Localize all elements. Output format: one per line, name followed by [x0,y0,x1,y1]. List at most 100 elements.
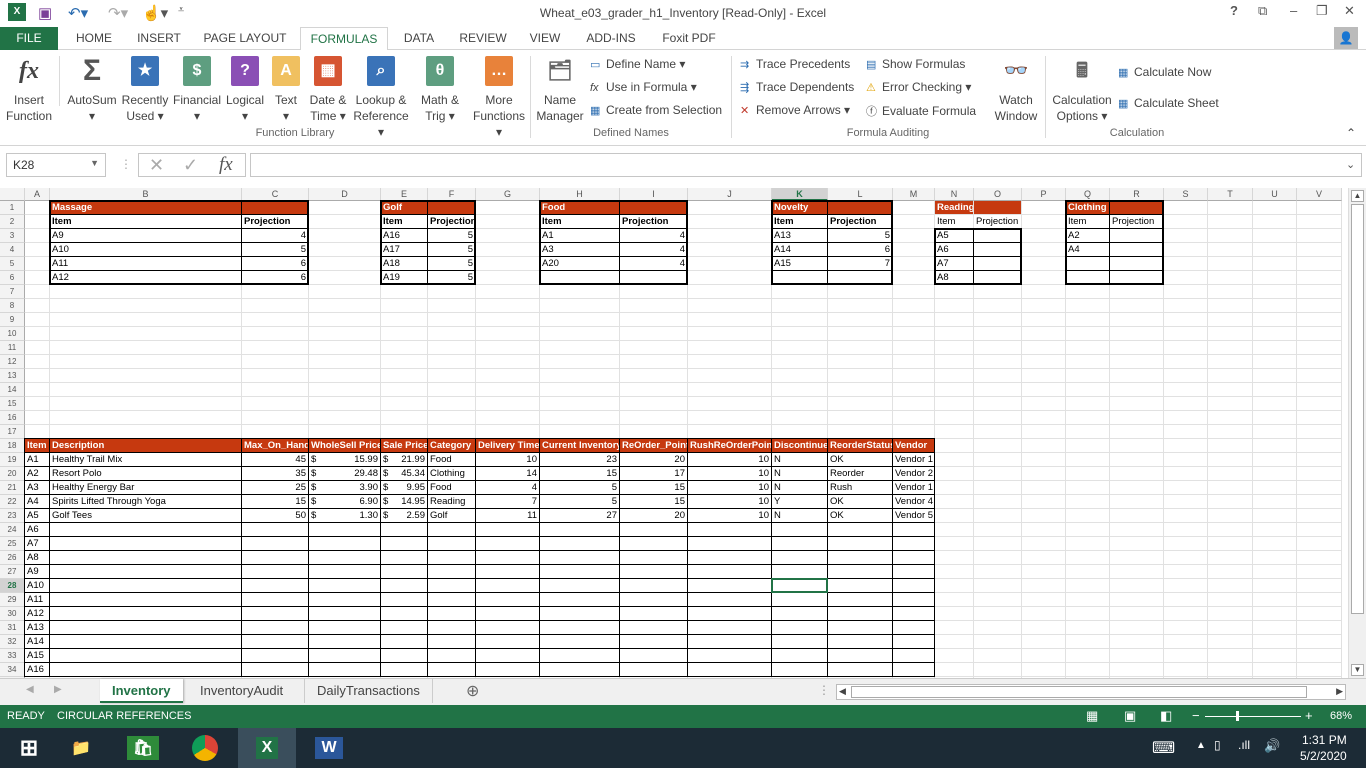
cell-L24[interactable] [828,523,893,537]
cell-P13[interactable] [1022,369,1066,383]
row-header-17[interactable]: 17 [0,425,25,439]
cell-V18[interactable] [1297,439,1342,453]
cell-E33[interactable] [381,649,428,663]
cell-U34[interactable] [1253,663,1297,677]
cell-A34[interactable]: A16 [25,663,50,677]
cell-F20[interactable]: Clothing [428,467,476,481]
cell-U27[interactable] [1253,565,1297,579]
cell-B9[interactable] [50,313,242,327]
cell-C32[interactable] [242,635,309,649]
cell-K5[interactable]: A15 [772,257,828,271]
cell-L20[interactable]: Reorder [828,467,893,481]
cell-E24[interactable] [381,523,428,537]
cell-G5[interactable] [476,257,540,271]
row-header-2[interactable]: 2 [0,215,25,229]
function-button-text[interactable]: A Text ▾ [266,56,306,124]
cell-L28[interactable] [828,579,893,593]
cell-B34[interactable] [50,663,242,677]
cell-O10[interactable] [974,327,1022,341]
cell-Q8[interactable] [1066,299,1110,313]
cell-E1[interactable]: Golf [381,201,428,215]
cell-L29[interactable] [828,593,893,607]
cell-G3[interactable] [476,229,540,243]
cell-F33[interactable] [428,649,476,663]
cell-R9[interactable] [1110,313,1164,327]
cell-A23[interactable]: A5 [25,509,50,523]
cell-O34[interactable] [974,663,1022,677]
cell-A5[interactable] [25,257,50,271]
cell-O26[interactable] [974,551,1022,565]
cell-J20[interactable]: 10 [688,467,772,481]
cell-V34[interactable] [1297,663,1342,677]
cell-R6[interactable] [1110,271,1164,285]
cell-N34[interactable] [935,663,974,677]
cell-I27[interactable] [620,565,688,579]
cell-J28[interactable] [688,579,772,593]
scroll-up-icon[interactable]: ▲ [1351,190,1364,202]
cell-F25[interactable] [428,537,476,551]
cell-L16[interactable] [828,411,893,425]
cell-N14[interactable] [935,383,974,397]
cell-H22[interactable]: 5 [540,495,620,509]
cell-Q17[interactable] [1066,425,1110,439]
chrome-icon[interactable] [176,728,234,768]
cell-I26[interactable] [620,551,688,565]
function-button-math[interactable]: θ Math & Trig ▾ [412,56,468,124]
cell-O11[interactable] [974,341,1022,355]
cell-N23[interactable] [935,509,974,523]
cell-E26[interactable] [381,551,428,565]
cell-C18[interactable]: Max_On_Hand [242,439,309,453]
tab-formulas[interactable]: FORMULAS [300,27,388,51]
cell-L17[interactable] [828,425,893,439]
cell-G25[interactable] [476,537,540,551]
volume-icon[interactable]: 🔊 [1264,738,1280,754]
cell-H16[interactable] [540,411,620,425]
cell-J21[interactable]: 10 [688,481,772,495]
cell-E8[interactable] [381,299,428,313]
cell-B23[interactable]: Golf Tees [50,509,242,523]
close-button[interactable]: ✕ [1344,3,1355,19]
cell-N22[interactable] [935,495,974,509]
cell-J22[interactable]: 10 [688,495,772,509]
cell-G29[interactable] [476,593,540,607]
clock-time[interactable]: 1:31 PM [1302,733,1347,747]
cell-N24[interactable] [935,523,974,537]
cell-K9[interactable] [772,313,828,327]
tab-home[interactable]: HOME [66,27,122,50]
cell-T1[interactable] [1208,201,1253,215]
cell-I24[interactable] [620,523,688,537]
row-header-25[interactable]: 25 [0,537,25,551]
cell-T17[interactable] [1208,425,1253,439]
cell-E11[interactable] [381,341,428,355]
cell-D25[interactable] [309,537,381,551]
cell-S25[interactable] [1164,537,1208,551]
cell-L32[interactable] [828,635,893,649]
row-header-33[interactable]: 33 [0,649,25,663]
cell-R2[interactable]: Projection [1110,215,1164,229]
cell-A2[interactable] [25,215,50,229]
scroll-right-icon[interactable]: ▶ [1336,686,1343,697]
cell-K23[interactable]: N [772,509,828,523]
cell-M19[interactable]: Vendor 1 [893,453,935,467]
zoom-slider-thumb[interactable] [1236,711,1239,721]
cell-T24[interactable] [1208,523,1253,537]
cell-S26[interactable] [1164,551,1208,565]
cell-F31[interactable] [428,621,476,635]
cell-H31[interactable] [540,621,620,635]
cell-C27[interactable] [242,565,309,579]
cell-D5[interactable] [309,257,381,271]
row-header-16[interactable]: 16 [0,411,25,425]
cell-K32[interactable] [772,635,828,649]
cell-U17[interactable] [1253,425,1297,439]
cell-C13[interactable] [242,369,309,383]
cell-H8[interactable] [540,299,620,313]
cell-K25[interactable] [772,537,828,551]
cell-A17[interactable] [25,425,50,439]
cell-F8[interactable] [428,299,476,313]
cell-K34[interactable] [772,663,828,677]
battery-icon[interactable]: ▯ [1214,738,1221,752]
cell-I8[interactable] [620,299,688,313]
cell-L23[interactable]: OK [828,509,893,523]
cell-F23[interactable]: Golf [428,509,476,523]
cell-K19[interactable]: N [772,453,828,467]
